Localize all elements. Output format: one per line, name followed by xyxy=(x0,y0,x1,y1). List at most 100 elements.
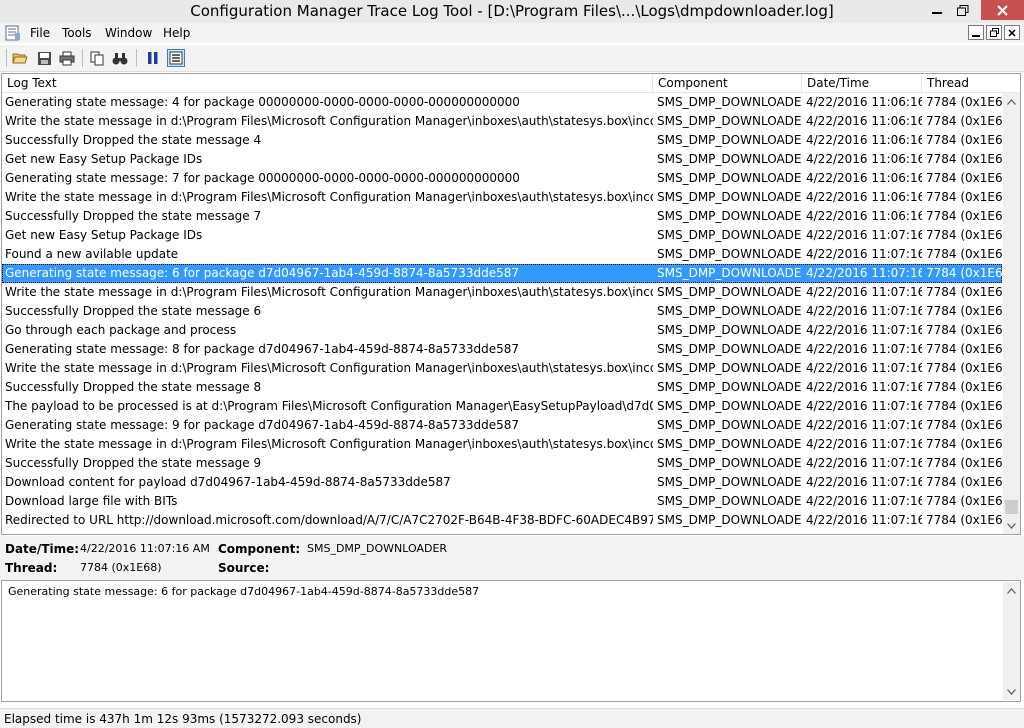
log-row[interactable]: Get new Easy Setup Package IDs SMS_DMP_DO… xyxy=(2,226,1002,245)
log-text-cell: Go through each package and process xyxy=(5,323,237,337)
menu-file[interactable]: File xyxy=(30,26,50,40)
component-cell: SMS_DMP_DOWNLOADER xyxy=(657,190,802,204)
toolbar-separator xyxy=(136,49,137,67)
column-header-thread[interactable]: Thread xyxy=(922,74,1020,93)
scroll-down-arrow[interactable] xyxy=(1003,517,1020,534)
toolbar-separator xyxy=(82,49,83,67)
log-row[interactable]: Write the state message in d:\Program Fi… xyxy=(2,188,1002,207)
mdi-minimize-button[interactable] xyxy=(968,25,984,40)
log-text-cell: Write the state message in d:\Program Fi… xyxy=(5,361,653,375)
highlight-button[interactable] xyxy=(167,49,185,67)
datetime-cell: 4/22/2016 11:07:16 AM xyxy=(806,285,922,299)
message-detail-box[interactable]: Generating state message: 6 for package … xyxy=(1,580,1021,702)
component-cell: SMS_DMP_DOWNLOADER xyxy=(657,209,802,223)
log-row[interactable]: The payload to be processed is at d:\Pro… xyxy=(2,397,1002,416)
find-button[interactable] xyxy=(111,49,129,67)
scroll-up-arrow[interactable] xyxy=(1003,582,1020,599)
save-button[interactable] xyxy=(35,49,53,67)
component-cell: SMS_DMP_DOWNLOADER xyxy=(657,171,802,185)
datetime-cell: 4/22/2016 11:06:16 AM xyxy=(806,133,922,147)
log-row[interactable]: Go through each package and process SMS_D… xyxy=(2,321,1002,340)
scroll-down-arrow[interactable] xyxy=(1003,683,1020,700)
component-cell: SMS_DMP_DOWNLOADER xyxy=(657,456,802,470)
log-row[interactable]: Write the state message in d:\Program Fi… xyxy=(2,435,1002,454)
log-row[interactable]: Generating state message: 4 for package … xyxy=(2,93,1002,112)
thread-cell: 7784 (0x1E68) xyxy=(926,456,1002,470)
minimize-button[interactable] xyxy=(924,0,950,20)
mdi-restore-button[interactable] xyxy=(986,25,1002,40)
chevron-up-icon xyxy=(1007,98,1016,105)
component-cell: SMS_DMP_DOWNLOADER xyxy=(657,380,802,394)
log-row[interactable]: Generating state message: 8 for package … xyxy=(2,340,1002,359)
datetime-cell: 4/22/2016 11:07:16 AM xyxy=(806,342,922,356)
log-text-cell: Write the state message in d:\Program Fi… xyxy=(5,190,653,204)
thread-cell: 7784 (0x1E68) xyxy=(926,95,1002,109)
log-row[interactable]: Generating state message: 6 for package … xyxy=(2,264,1002,283)
detail-scrollbar[interactable] xyxy=(1003,582,1020,700)
component-cell: SMS_DMP_DOWNLOADER xyxy=(657,399,802,413)
chevron-down-icon xyxy=(1007,522,1016,529)
open-icon xyxy=(12,53,28,64)
log-row[interactable]: Redirected to URL http://download.micros… xyxy=(2,511,1002,530)
datetime-cell: 4/22/2016 11:07:16 AM xyxy=(806,304,922,318)
menu-window[interactable]: Window xyxy=(105,26,152,40)
component-label: Component: xyxy=(218,542,301,556)
grid-scrollbar[interactable] xyxy=(1003,93,1020,534)
log-row[interactable]: Successfully Dropped the state message 4… xyxy=(2,131,1002,150)
pause-button[interactable] xyxy=(144,49,162,67)
thread-cell: 7784 (0x1E68) xyxy=(926,266,1002,280)
menu-tools[interactable]: Tools xyxy=(62,26,92,40)
mdi-close-button[interactable] xyxy=(1004,25,1020,40)
log-text-cell: Generating state message: 8 for package … xyxy=(5,342,519,356)
log-row[interactable]: Successfully Dropped the state message 9… xyxy=(2,454,1002,473)
log-row[interactable]: Get new Easy Setup Package IDs SMS_DMP_DO… xyxy=(2,150,1002,169)
log-text-cell: Download content for payload d7d04967-1a… xyxy=(5,475,451,489)
datetime-cell: 4/22/2016 11:07:16 AM xyxy=(806,266,922,280)
column-header-log-text[interactable]: Log Text xyxy=(2,74,653,93)
close-button[interactable] xyxy=(981,0,1024,20)
log-row[interactable]: Successfully Dropped the state message 7… xyxy=(2,207,1002,226)
component-cell: SMS_DMP_DOWNLOADER xyxy=(657,418,802,432)
log-text-cell: Write the state message in d:\Program Fi… xyxy=(5,114,653,128)
column-header-component[interactable]: Component xyxy=(653,74,802,93)
datetime-cell: 4/22/2016 11:06:16 AM xyxy=(806,152,922,166)
open-button[interactable] xyxy=(11,49,29,67)
component-cell: SMS_DMP_DOWNLOADER xyxy=(657,247,802,261)
log-row[interactable]: Download large file with BITs SMS_DMP_DOW… xyxy=(2,492,1002,511)
log-text-cell: Download large file with BITs xyxy=(5,494,178,508)
thread-cell: 7784 (0x1E68) xyxy=(926,380,1002,394)
datetime-label: Date/Time: xyxy=(5,542,80,556)
log-text-cell: Generating state message: 9 for package … xyxy=(5,418,519,432)
log-text-cell: Successfully Dropped the state message 7 xyxy=(5,209,262,223)
column-header-datetime[interactable]: Date/Time xyxy=(802,74,922,93)
menu-help[interactable]: Help xyxy=(163,26,190,40)
datetime-cell: 4/22/2016 11:07:16 AM xyxy=(806,475,922,489)
copy-button[interactable] xyxy=(88,49,106,67)
chevron-up-icon xyxy=(1007,587,1016,594)
log-text-cell: Successfully Dropped the state message 9 xyxy=(5,456,262,470)
menu-bar: File Tools Window Help xyxy=(0,23,1024,43)
copy-icon xyxy=(90,51,103,65)
print-button[interactable] xyxy=(58,49,76,67)
thread-cell: 7784 (0x1E68) xyxy=(926,285,1002,299)
thread-cell: 7784 (0x1E68) xyxy=(926,228,1002,242)
datetime-cell: 4/22/2016 11:07:16 AM xyxy=(806,513,922,527)
log-row[interactable]: Write the state message in d:\Program Fi… xyxy=(2,283,1002,302)
scroll-thumb[interactable] xyxy=(1005,500,1018,514)
log-row[interactable]: Generating state message: 7 for package … xyxy=(2,169,1002,188)
component-cell: SMS_DMP_DOWNLOADER xyxy=(657,95,802,109)
log-row[interactable]: Successfully Dropped the state message 6… xyxy=(2,302,1002,321)
log-row[interactable]: Found a new avilable update SMS_DMP_DOWNL… xyxy=(2,245,1002,264)
scroll-up-arrow[interactable] xyxy=(1003,93,1020,110)
datetime-cell: 4/22/2016 11:07:16 AM xyxy=(806,456,922,470)
restore-button[interactable] xyxy=(950,0,976,20)
app-icon xyxy=(5,25,20,41)
log-row[interactable]: Download content for payload d7d04967-1a… xyxy=(2,473,1002,492)
log-row[interactable]: Successfully Dropped the state message 8… xyxy=(2,378,1002,397)
log-row[interactable]: Write the state message in d:\Program Fi… xyxy=(2,359,1002,378)
log-row[interactable]: Write the state message in d:\Program Fi… xyxy=(2,112,1002,131)
chevron-down-icon xyxy=(1007,688,1016,695)
log-row[interactable]: Generating state message: 9 for package … xyxy=(2,416,1002,435)
component-cell: SMS_DMP_DOWNLOADER xyxy=(657,152,802,166)
component-cell: SMS_DMP_DOWNLOADER xyxy=(657,494,802,508)
